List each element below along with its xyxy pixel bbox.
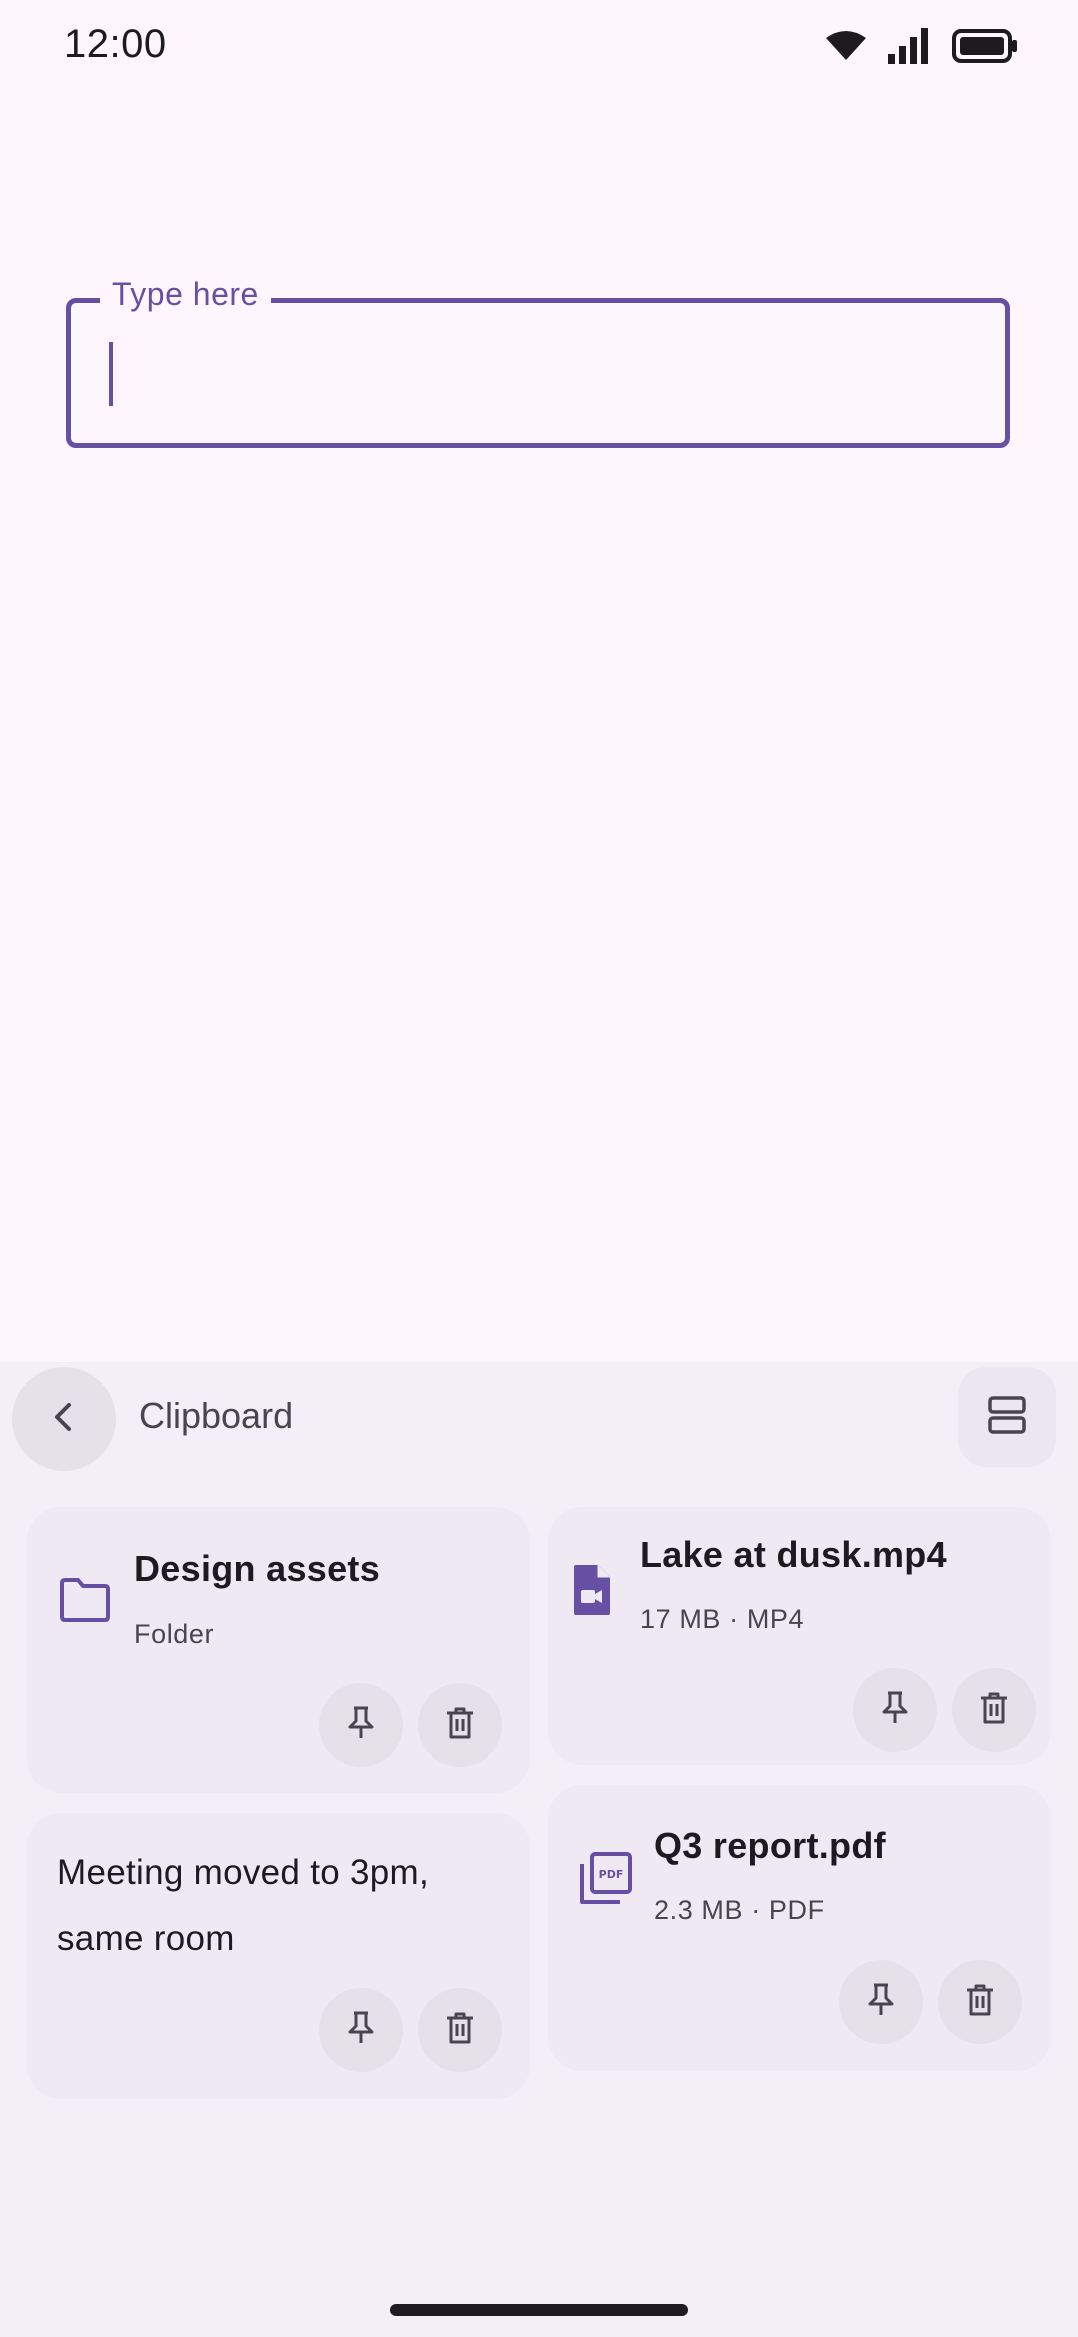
pin-button[interactable] bbox=[839, 1960, 923, 2044]
delete-button[interactable] bbox=[418, 1988, 502, 2072]
pin-icon bbox=[879, 1690, 911, 1731]
folder-icon bbox=[58, 1577, 112, 1628]
text-input-label: Type here bbox=[100, 276, 271, 313]
delete-icon bbox=[965, 1983, 995, 2022]
pin-icon bbox=[865, 1982, 897, 2023]
text-input[interactable] bbox=[66, 298, 1010, 448]
back-button[interactable] bbox=[12, 1367, 116, 1471]
cellular-signal-icon bbox=[888, 28, 930, 64]
delete-icon bbox=[979, 1691, 1009, 1730]
svg-text:PDF: PDF bbox=[599, 1868, 624, 1881]
clipboard-item-title: Lake at dusk.mp4 bbox=[640, 1534, 947, 1575]
chevron-left-icon bbox=[47, 1400, 81, 1439]
status-icons bbox=[826, 28, 1018, 64]
delete-button[interactable] bbox=[952, 1668, 1036, 1752]
delete-button[interactable] bbox=[418, 1683, 502, 1767]
view-agenda-icon bbox=[987, 1395, 1027, 1440]
layout-toggle-button[interactable] bbox=[958, 1367, 1056, 1467]
pin-button[interactable] bbox=[319, 1988, 403, 2072]
pdf-icon: PDF bbox=[578, 1850, 634, 1911]
battery-icon bbox=[952, 29, 1018, 63]
pin-button[interactable] bbox=[319, 1683, 403, 1767]
clipboard-item-subtitle: 2.3 MB · PDF bbox=[654, 1895, 825, 1925]
clipboard-item-title: Q3 report.pdf bbox=[654, 1825, 886, 1866]
clipboard-item-subtitle: 17 MB · MP4 bbox=[640, 1604, 805, 1634]
clipboard-item-subtitle: Folder bbox=[134, 1619, 215, 1649]
status-bar: 12:00 bbox=[0, 0, 1078, 96]
clipboard-item-title: Design assets bbox=[134, 1548, 381, 1589]
delete-icon bbox=[445, 2011, 475, 2050]
home-indicator[interactable] bbox=[390, 2304, 688, 2316]
pin-icon bbox=[345, 2010, 377, 2051]
pin-button[interactable] bbox=[853, 1668, 937, 1752]
status-time: 12:00 bbox=[64, 22, 167, 66]
text-cursor bbox=[109, 342, 113, 406]
video-file-icon bbox=[570, 1563, 614, 1622]
wifi-icon bbox=[826, 30, 866, 62]
delete-button[interactable] bbox=[938, 1960, 1022, 2044]
clipboard-title: Clipboard bbox=[139, 1395, 294, 1436]
clipboard-item-text-content: Meeting moved to 3pm, same room bbox=[57, 1853, 430, 1958]
delete-icon bbox=[445, 1706, 475, 1745]
pin-icon bbox=[345, 1705, 377, 1746]
